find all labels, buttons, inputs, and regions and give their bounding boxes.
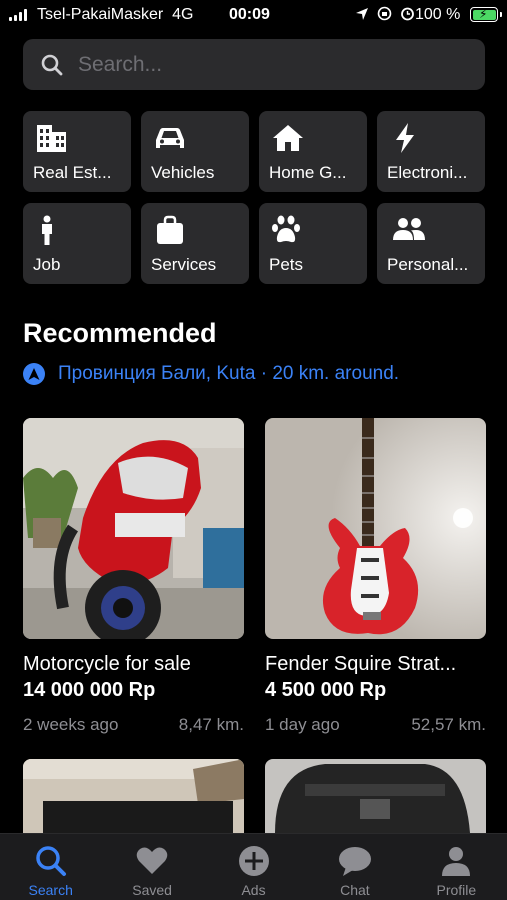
category-label: Electroni...	[387, 163, 468, 182]
listing-card[interactable]	[265, 759, 486, 833]
listing-card[interactable]	[23, 759, 244, 833]
category-job[interactable]: Job	[23, 203, 131, 284]
building-icon	[37, 125, 66, 152]
tab-label: Ads	[241, 882, 266, 898]
person-icon	[42, 215, 52, 245]
signal-icon	[9, 9, 27, 21]
category-label: Real Est...	[33, 163, 112, 182]
listing-age: 1 day ago	[265, 715, 340, 734]
listing-image-motorcycle[interactable]	[23, 418, 244, 639]
location-arrow-icon	[356, 7, 368, 20]
listing-card[interactable]: Fender Squire Strat... 4 500 000 Rp 1 da…	[265, 418, 486, 735]
category-real-estate[interactable]: Real Est...	[23, 111, 131, 192]
tab-label: Profile	[436, 882, 477, 898]
listing-price: 14 000 000 Rp	[23, 679, 156, 701]
location-filter[interactable]: Провинция Бали, Kuta · 20 km. around.	[23, 363, 399, 385]
category-vehicles[interactable]: Vehicles	[141, 111, 249, 192]
search-input[interactable]	[78, 52, 458, 77]
heart-icon	[136, 847, 168, 874]
people-icon	[393, 218, 425, 240]
alarm-icon	[401, 7, 414, 21]
category-label: Personal...	[387, 255, 469, 274]
lightning-icon	[396, 123, 414, 153]
section-title: Recommended	[23, 318, 217, 348]
battery-percent: 100 %	[415, 6, 461, 23]
plus-circle-icon	[238, 846, 269, 876]
category-label: Vehicles	[151, 163, 215, 182]
tab-bar: Search Saved Ads Chat Profile	[0, 833, 507, 900]
search-icon	[41, 54, 63, 75]
tab-label: Saved	[132, 882, 172, 898]
tab-search[interactable]: Search	[0, 834, 101, 900]
tab-ads[interactable]: Ads	[203, 834, 304, 900]
category-home-garden[interactable]: Home G...	[259, 111, 367, 192]
tab-profile[interactable]: Profile	[406, 834, 507, 900]
car-icon	[156, 128, 184, 148]
paw-icon	[272, 215, 300, 243]
carrier-name: Tsel-PakaiMasker 4G	[37, 6, 194, 23]
category-personal[interactable]: Personal...	[377, 203, 485, 284]
category-grid: Real Est... Vehicles Home G... Electroni…	[23, 111, 485, 284]
listing-image[interactable]	[23, 759, 244, 833]
category-services[interactable]: Services	[141, 203, 249, 284]
chat-bubble-icon	[338, 847, 371, 876]
rotation-lock-icon	[377, 6, 392, 21]
tab-saved[interactable]: Saved	[101, 834, 202, 900]
location-text: Провинция Бали, Kuta · 20 km. around.	[58, 363, 400, 384]
category-pets[interactable]: Pets	[259, 203, 367, 284]
listing-distance: 8,47 km.	[178, 715, 244, 734]
category-label: Home G...	[269, 163, 347, 182]
listing-image[interactable]	[265, 759, 486, 833]
category-label: Services	[151, 255, 217, 274]
listing-image-guitar[interactable]	[265, 418, 486, 639]
clock: 00:09	[229, 6, 270, 23]
tab-label: Chat	[340, 882, 370, 898]
category-label: Job	[33, 255, 61, 274]
bag-icon	[157, 215, 183, 244]
listing-distance: 52,57 km.	[411, 715, 486, 734]
tab-label: Search	[28, 882, 73, 898]
listing-age: 2 weeks ago	[23, 715, 119, 734]
listing-price: 4 500 000 Rp	[265, 679, 387, 701]
status-bar: Tsel-PakaiMasker 4G 00:09 100 % ⚡	[0, 0, 507, 32]
search-icon	[35, 846, 66, 876]
profile-icon	[442, 847, 471, 876]
navigation-icon	[23, 363, 45, 385]
listing-title: Fender Squire Strat...	[265, 653, 457, 675]
search-bar[interactable]	[23, 39, 485, 90]
tab-chat[interactable]: Chat	[304, 834, 405, 900]
category-electronics[interactable]: Electroni...	[377, 111, 485, 192]
home-icon	[273, 125, 303, 151]
battery-icon: ⚡	[470, 7, 502, 22]
listing-card[interactable]: Motorcycle for sale 14 000 000 Rp 2 week…	[23, 418, 244, 735]
listing-title: Motorcycle for sale	[23, 653, 191, 675]
category-label: Pets	[269, 255, 304, 274]
